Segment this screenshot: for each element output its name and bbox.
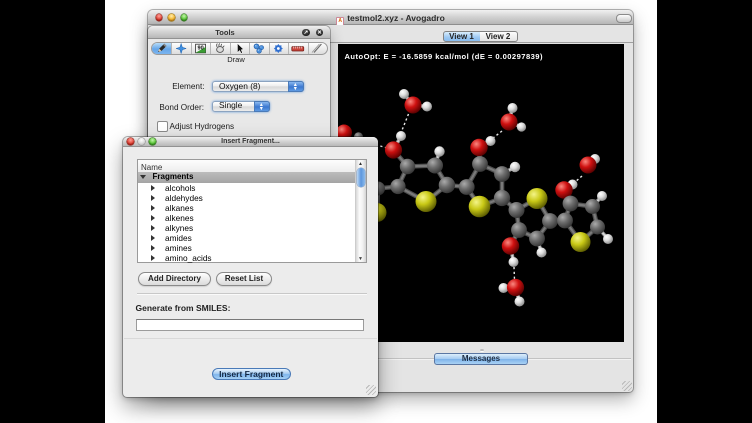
- svg-text:90: 90: [197, 45, 203, 51]
